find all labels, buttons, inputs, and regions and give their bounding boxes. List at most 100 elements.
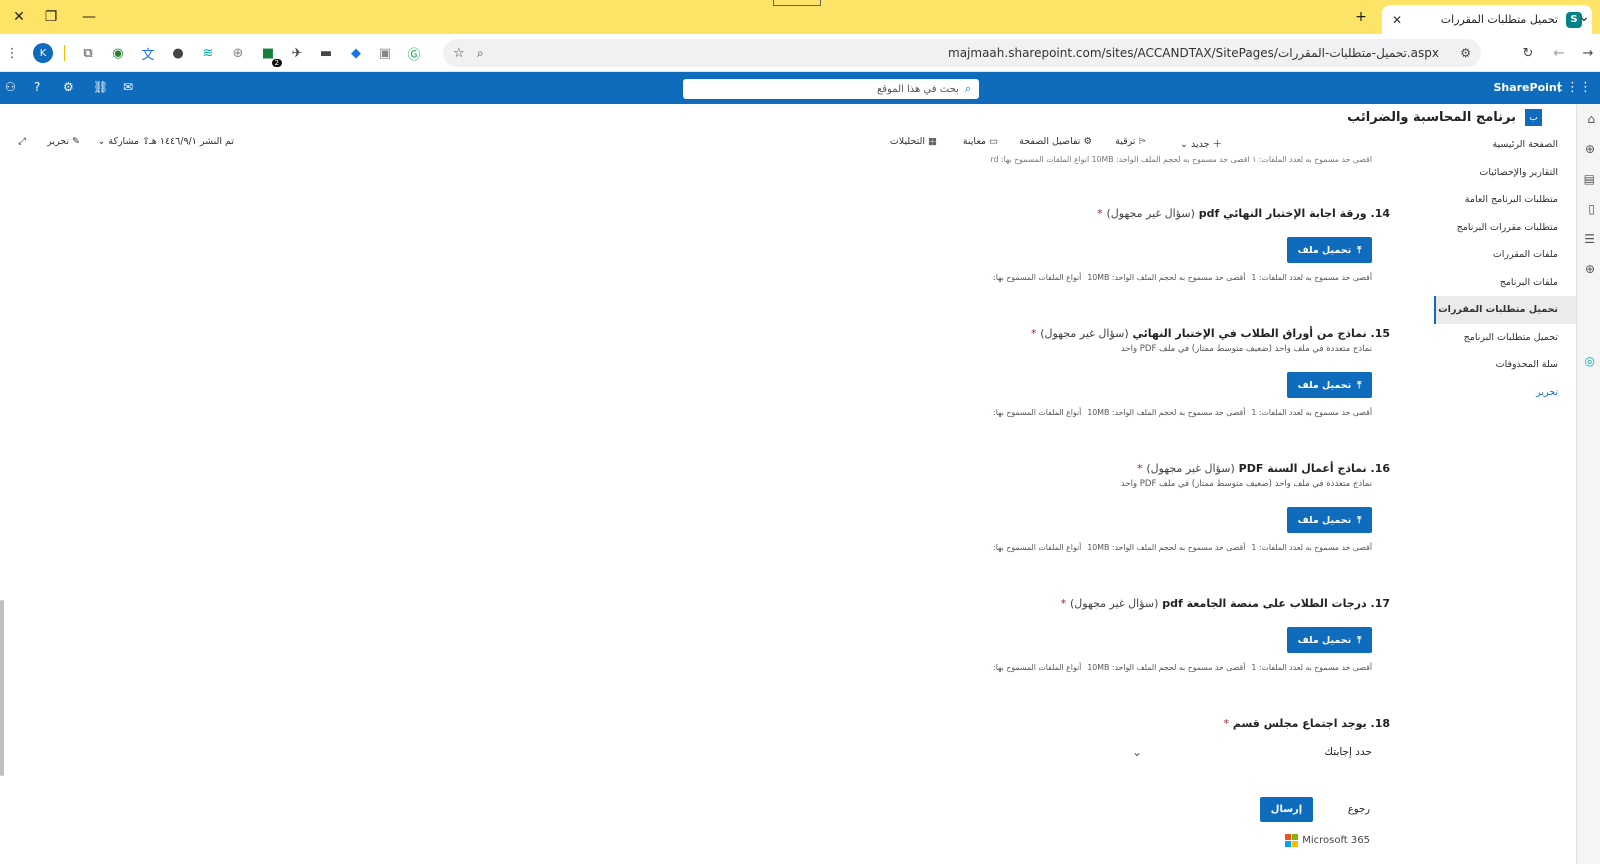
answer-dropdown[interactable]: حدد إجابتك ⌄ <box>1132 740 1372 764</box>
news-icon[interactable]: ▤ <box>1584 172 1595 186</box>
limit-size: أقصى حد مسموح به لحجم الملف الواحد: 10MB <box>1087 273 1246 282</box>
globe-icon[interactable]: ⊕ <box>1585 142 1595 156</box>
upload-label: تحميل ملف <box>1297 514 1352 526</box>
address-bar[interactable]: ☆ ⌕ majmaah.sharepoint.com/sites/ACCANDT… <box>443 39 1481 67</box>
search-input[interactable] <box>691 83 959 95</box>
extensions-icon[interactable]: ⧉ <box>78 43 98 63</box>
upload-label: تحميل ملف <box>1297 379 1352 391</box>
page-scrollbar[interactable] <box>0 600 4 776</box>
drag-handle[interactable] <box>773 0 821 6</box>
nav-item-recycle-bin[interactable]: سلة المحذوفات <box>1434 351 1576 379</box>
account-icon[interactable]: ⚇ <box>5 80 16 94</box>
required-marker: * <box>1030 327 1037 340</box>
microsoft-logo-icon <box>1285 834 1299 847</box>
back-arrow-icon[interactable]: ← <box>1549 43 1569 63</box>
forward-arrow-icon[interactable]: → <box>1578 43 1598 63</box>
analytics-command[interactable]: ▦ التحليلات <box>890 136 937 147</box>
chevron-down-icon: ⌄ <box>1179 139 1188 150</box>
extension-cap-icon[interactable]: ◆ <box>346 43 366 63</box>
submit-button[interactable]: إرسال <box>1260 797 1313 822</box>
new-tab-icon[interactable]: + <box>1342 0 1380 34</box>
bookmark-star-icon[interactable]: ☆ <box>453 46 465 61</box>
form-content: أقصى حد مسموح به لعدد الملفات: ١ أقصى حد… <box>990 156 1390 864</box>
profile-avatar[interactable]: K <box>33 43 53 63</box>
nav-item-home[interactable]: الصفحة الرئيسية <box>1434 131 1576 159</box>
new-command[interactable]: ＋ جديد ⌄ <box>1180 136 1222 150</box>
file-limits-16: أقصى حد مسموح به لعدد الملفات: 1 أقصى حد … <box>990 543 1372 552</box>
upload-icon: ⤒ <box>1357 514 1362 526</box>
restore-window-icon[interactable]: ❐ <box>32 0 70 34</box>
limit-types: أنواع الملفات المسموح بها: PDF <box>990 408 1082 417</box>
feedback-icon[interactable]: ✉ <box>123 80 133 94</box>
limit-count: أقصى حد مسموح به لعدد الملفات: 1 <box>1251 273 1372 282</box>
upload-file-button-17[interactable]: ⤒ تحميل ملف <box>1287 627 1372 653</box>
page-command-bar: ＋ جديد ⌄ ⌲ ترقية ⚙ تفاصيل الصفحة ▭ معاين… <box>0 134 1434 156</box>
extension-card-icon[interactable]: ▬ <box>316 43 336 63</box>
preview-command[interactable]: ▭ معاينة <box>963 136 998 147</box>
nav-item-upload-course-requirements[interactable]: تحميل متطلبات المقررات <box>1434 296 1576 324</box>
extension-image-icon[interactable]: ▣ <box>375 43 395 63</box>
copilot-icon[interactable]: ◎ <box>1585 354 1595 368</box>
nav-item-upload-program-requirements[interactable]: تحميل متطلبات البرنامج <box>1434 324 1576 352</box>
site-logo[interactable]: ب <box>1525 109 1542 126</box>
upload-file-button-15[interactable]: ⤒ تحميل ملف <box>1287 372 1372 398</box>
home-icon[interactable]: ⌂ <box>1587 112 1595 126</box>
minimize-window-icon[interactable]: — <box>70 0 108 34</box>
extension-globe-icon[interactable]: ◉ <box>108 43 128 63</box>
limit-size: أقصى حد مسموح به لحجم الملف الواحد: 10MB <box>1087 663 1246 672</box>
create-icon[interactable]: ⊕ <box>1585 262 1595 276</box>
question-15-title: 15. نماذج من أوراق الطلاب في الإختبار ال… <box>1031 327 1390 340</box>
required-marker: * <box>1097 207 1103 220</box>
reload-icon[interactable]: ↻ <box>1518 43 1538 63</box>
chevron-down-icon: ⌄ <box>97 136 106 147</box>
limit-count: أقصى حد مسموح به لعدد الملفات: 1 <box>1251 663 1372 672</box>
site-info-icon[interactable]: ⚙ <box>1460 46 1471 60</box>
app-launcher-icon[interactable]: ⋮⋮⋮ <box>1553 80 1592 95</box>
pencil-icon: ✎ <box>69 136 80 147</box>
settings-icon[interactable]: ⚙ <box>63 80 74 94</box>
nav-item-course-files[interactable]: ملفات المقررات <box>1434 241 1576 269</box>
limit-types: أنواع الملفات المسموح بها: PDF <box>990 663 1082 672</box>
nav-item-reports[interactable]: التقارير والإحصائيات <box>1434 159 1576 187</box>
nav-item-program-files[interactable]: ملفات البرنامج <box>1434 269 1576 297</box>
page-details-command[interactable]: ⚙ تفاصيل الصفحة <box>1019 136 1092 147</box>
extension-layers-icon[interactable]: ≋ <box>198 43 218 63</box>
site-search-box[interactable]: ⌕ <box>683 79 979 99</box>
tab-close-icon[interactable]: ✕ <box>1392 13 1402 27</box>
upload-file-button-16[interactable]: ⤒ تحميل ملف <box>1287 507 1372 533</box>
share-command[interactable]: ⇪ مشاركة ⌄ <box>97 136 150 147</box>
question-hint: (سؤال غير مجهول) <box>1106 207 1195 220</box>
browser-menu-icon[interactable]: ⋮ <box>2 43 22 63</box>
nav-item-edit[interactable]: تحرير <box>1434 379 1576 407</box>
translate-icon[interactable]: 文 <box>138 43 158 63</box>
upload-file-button-14[interactable]: ⤒ تحميل ملف <box>1287 237 1372 263</box>
cut-off-limits: أقصى حد مسموح به لعدد الملفات: ١ أقصى حد… <box>990 156 1372 164</box>
megaphone-icon: ⌲ <box>1135 136 1146 147</box>
expand-icon[interactable]: ⤢ <box>18 136 26 147</box>
grammarly-icon[interactable]: Ⓖ <box>404 43 424 63</box>
nav-item-program-requirements[interactable]: متطلبات البرنامج العامة <box>1434 186 1576 214</box>
share-link-icon[interactable]: ⛓ <box>93 80 108 94</box>
tab-search-chevron-icon[interactable]: ⌄ <box>1568 0 1600 34</box>
edit-command[interactable]: ✎ تحرير <box>47 136 80 147</box>
microsoft-365-branding: Microsoft 365 <box>1285 834 1370 847</box>
analytics-icon: ▦ <box>925 136 937 147</box>
sharepoint-brand[interactable]: SharePoint <box>1493 81 1562 94</box>
promote-command[interactable]: ⌲ ترقية <box>1115 136 1146 147</box>
zoom-icon[interactable]: ⌕ <box>477 46 484 61</box>
file-icon[interactable]: ▯ <box>1588 202 1595 216</box>
toolbar-divider <box>64 45 65 61</box>
list-icon[interactable]: ☰ <box>1584 232 1595 246</box>
help-icon[interactable]: ? <box>34 80 40 94</box>
browser-tab[interactable]: S تحميل متطلبات المقررات ✕ <box>1382 5 1592 34</box>
site-title[interactable]: برنامج المحاسبة والضرائب <box>1347 110 1516 125</box>
extension-green-icon[interactable]: ■ 2 <box>258 43 282 67</box>
extension-bird-icon[interactable]: ✈ <box>287 43 307 63</box>
back-button[interactable]: رجوع <box>1348 804 1370 815</box>
extension-web-icon[interactable]: ⊕ <box>228 43 248 63</box>
promote-label: ترقية <box>1115 136 1136 147</box>
upload-icon: ⤒ <box>1357 379 1362 391</box>
extension-circle-icon[interactable]: ● <box>168 43 188 63</box>
nav-item-course-requirements[interactable]: متطلبات مقررات البرنامج <box>1434 214 1576 242</box>
question-text: نماذج أعمال السنة PDF <box>1238 462 1367 475</box>
